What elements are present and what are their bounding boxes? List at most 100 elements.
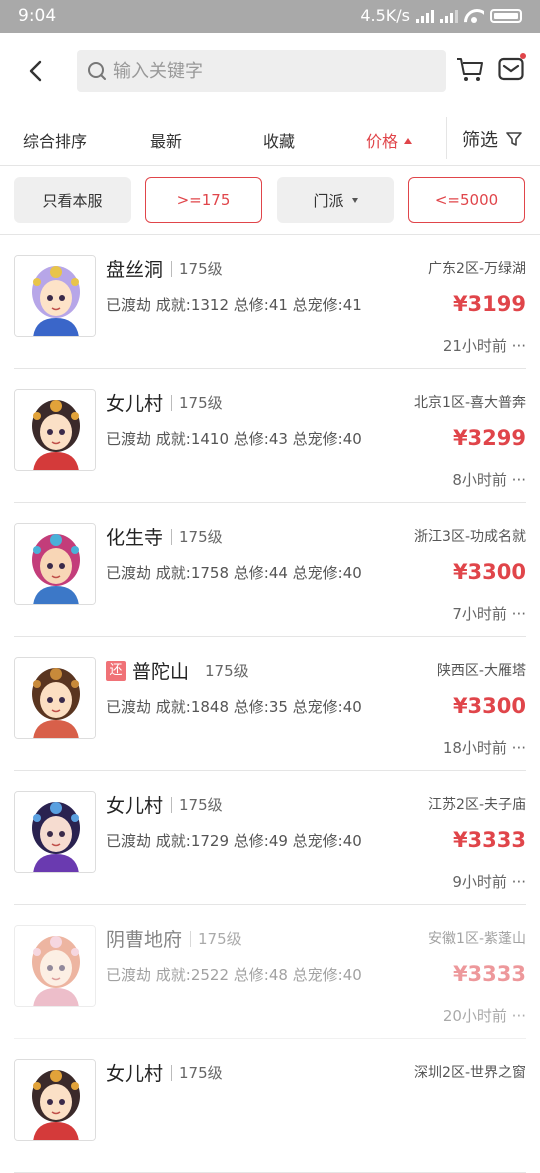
- putuoshan-avatar: [14, 657, 96, 739]
- listing-item[interactable]: 盘丝洞 175级 广东2区-万绿湖 已渡劫 成就:1312 总修:41 总宠修:…: [14, 235, 526, 369]
- price: ¥3300: [452, 560, 526, 584]
- listing-time[interactable]: 21小时前 ···: [443, 335, 526, 356]
- role-stats: 已渡劫 成就:1312 总修:41 总宠修:41: [106, 296, 362, 314]
- character-portrait-icon: [15, 390, 95, 470]
- server-name: 安徽1区-紫蓬山: [428, 931, 526, 947]
- level-label: 175级: [179, 796, 223, 814]
- character-portrait-icon: [15, 658, 95, 738]
- cart-icon[interactable]: [456, 57, 484, 83]
- character-portrait-icon: [15, 1060, 95, 1140]
- level-label: 175级: [205, 662, 249, 680]
- listing-time[interactable]: 9小时前 ···: [452, 871, 526, 892]
- listing-item[interactable]: 阴曹地府 175级 安徽1区-紫蓬山 已渡劫 成就:2522 总修:48 总宠修…: [14, 905, 526, 1039]
- sort-price-label: 价格: [366, 132, 399, 151]
- character-portrait-icon: [15, 792, 95, 872]
- sort-price[interactable]: 价格: [366, 128, 413, 152]
- unread-dot: [520, 53, 526, 59]
- listing-item[interactable]: 女儿村 175级 北京1区-喜大普奔 已渡劫 成就:1410 总修:43 总宠修…: [14, 369, 526, 503]
- divider: [190, 930, 192, 947]
- role-title: 女儿村 175级: [106, 389, 223, 416]
- level-label: 175级: [179, 394, 223, 412]
- chip-min-level[interactable]: >=175: [145, 177, 262, 223]
- yincaodifu-avatar: [14, 925, 96, 1007]
- role-title: 还 普陀山 175级: [106, 657, 249, 684]
- listing-item[interactable]: 还 普陀山 175级 陕西区-大雁塔 已渡劫 成就:1848 总修:35 总宠修…: [14, 637, 526, 771]
- filter-icon: [506, 132, 522, 146]
- panshidong-avatar: [14, 255, 96, 337]
- return-badge: 还: [106, 660, 126, 681]
- signal-icon: [416, 9, 434, 23]
- listing-item[interactable]: 女儿村 175级 江苏2区-夫子庙 已渡劫 成就:1729 总修:49 总宠修:…: [14, 771, 526, 905]
- level-label: 175级: [198, 930, 242, 948]
- character-portrait-icon: [15, 524, 95, 604]
- back-icon[interactable]: [26, 60, 48, 82]
- divider: [446, 117, 447, 159]
- role-title: 女儿村 175级: [106, 791, 223, 818]
- status-bar: 9:04 4.5K/s: [0, 0, 540, 33]
- server-name: 深圳2区-世界之窗: [414, 1065, 526, 1081]
- server-name: 浙江3区-功成名就: [414, 529, 526, 545]
- role-stats: 已渡劫 成就:2522 总修:48 总宠修:40: [106, 966, 362, 984]
- server-name: 广东2区-万绿湖: [428, 261, 526, 277]
- character-portrait-icon: [15, 926, 95, 1006]
- role-stats: 已渡劫 成就:1729 总修:49 总宠修:40: [106, 832, 362, 850]
- sort-favorites[interactable]: 收藏: [263, 128, 295, 152]
- school-name: 普陀山: [132, 661, 190, 683]
- listing-item[interactable]: 女儿村 175级 深圳2区-世界之窗: [14, 1039, 526, 1173]
- divider: [171, 260, 173, 277]
- role-title: 女儿村 175级: [106, 1059, 223, 1086]
- listing-time[interactable]: 20小时前 ···: [443, 1005, 526, 1026]
- header: [0, 33, 540, 111]
- price: ¥3333: [452, 828, 526, 852]
- sort-newest[interactable]: 最新: [150, 128, 182, 152]
- signal-2-icon: [440, 9, 458, 23]
- chip-this-server[interactable]: 只看本服: [14, 177, 131, 223]
- nuercun-avatar: [14, 791, 96, 873]
- filter-button[interactable]: 筛选: [462, 126, 522, 152]
- network-speed: 4.5K/s: [360, 6, 410, 25]
- listing-list: 盘丝洞 175级 广东2区-万绿湖 已渡劫 成就:1312 总修:41 总宠修:…: [0, 235, 540, 1173]
- dropdown-icon: [351, 197, 358, 203]
- level-label: 175级: [179, 528, 223, 546]
- listing-time[interactable]: 7小时前 ···: [452, 603, 526, 624]
- school-name: 女儿村: [106, 1063, 164, 1085]
- divider: [171, 528, 173, 545]
- divider: [171, 1064, 173, 1081]
- character-portrait-icon: [15, 256, 95, 336]
- server-name: 陕西区-大雁塔: [436, 663, 526, 679]
- server-name: 江苏2区-夫子庙: [428, 797, 526, 813]
- price: ¥3300: [452, 694, 526, 718]
- price: ¥3333: [452, 962, 526, 986]
- listing-time[interactable]: 8小时前 ···: [452, 469, 526, 490]
- listing-time[interactable]: 18小时前 ···: [443, 737, 526, 758]
- sort-bar: 综合排序 最新 收藏 价格 筛选: [0, 111, 540, 166]
- chip-school[interactable]: 门派: [277, 177, 394, 223]
- school-name: 女儿村: [106, 795, 164, 817]
- sort-ascending-icon: [404, 138, 413, 144]
- search-icon: [88, 62, 106, 80]
- school-name: 女儿村: [106, 393, 164, 415]
- server-name: 北京1区-喜大普奔: [414, 395, 526, 411]
- listing-item[interactable]: 化生寺 175级 浙江3区-功成名就 已渡劫 成就:1758 总修:44 总宠修…: [14, 503, 526, 637]
- filter-chips: 只看本服 >=175 门派 <=5000: [0, 166, 540, 235]
- message-button[interactable]: [498, 53, 526, 85]
- filter-label: 筛选: [462, 130, 498, 151]
- chip-max-price[interactable]: <=5000: [408, 177, 525, 223]
- search-box[interactable]: [77, 50, 446, 92]
- sort-comprehensive[interactable]: 综合排序: [23, 128, 87, 152]
- mail-icon: [498, 57, 524, 81]
- status-time: 9:04: [18, 6, 57, 26]
- role-stats: 已渡劫 成就:1410 总修:43 总宠修:40: [106, 430, 362, 448]
- search-input[interactable]: [113, 50, 433, 92]
- level-label: 175级: [179, 260, 223, 278]
- chip-school-label: 门派: [313, 191, 344, 210]
- huashengsi-avatar: [14, 523, 96, 605]
- role-title: 化生寺 175级: [106, 523, 223, 550]
- battery-icon: [490, 8, 522, 23]
- school-name: 盘丝洞: [106, 259, 164, 281]
- nuercun-avatar: [14, 1059, 96, 1141]
- role-title: 盘丝洞 175级: [106, 255, 223, 282]
- school-name: 化生寺: [106, 527, 164, 549]
- divider: [171, 394, 173, 411]
- school-name: 阴曹地府: [106, 929, 183, 951]
